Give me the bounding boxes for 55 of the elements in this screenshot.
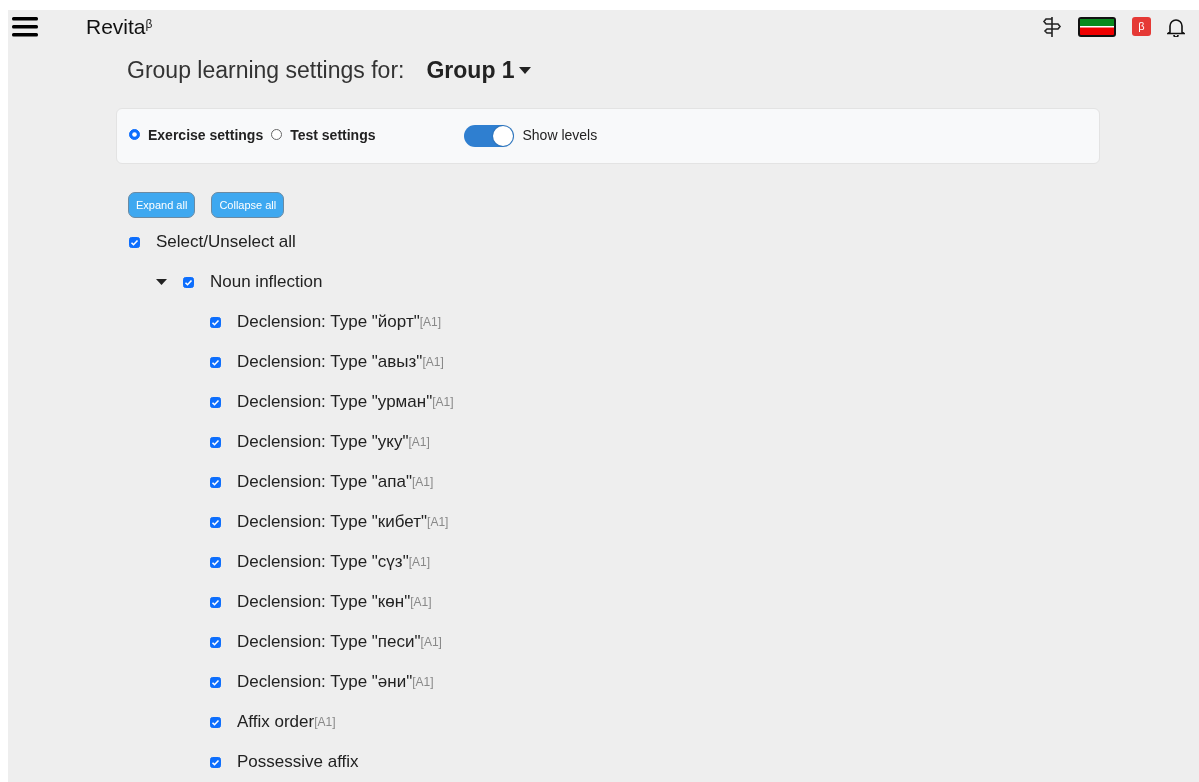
- menu-icon[interactable]: [12, 16, 38, 37]
- group-dropdown[interactable]: Group 1: [426, 53, 531, 88]
- caret-icon: [518, 67, 531, 75]
- option-label: Declension: Type "песи": [237, 631, 421, 654]
- toggle-label: Show levels: [522, 126, 598, 146]
- level-tag: [A1]: [422, 353, 444, 371]
- level-tag: [A1]: [408, 433, 430, 451]
- level-tag: [A1]: [419, 313, 442, 331]
- option-label: Declension: Type "сүз": [237, 551, 409, 574]
- option-label: Affix order: [237, 711, 315, 734]
- checkbox[interactable]: [210, 476, 221, 488]
- logo[interactable]: Revita$^{β}$: [86, 10, 153, 43]
- checkbox[interactable]: [210, 756, 221, 768]
- level-tag: [A1]: [408, 553, 431, 571]
- flag-icon[interactable]: [1078, 16, 1116, 37]
- level-tag: [A1]: [314, 713, 336, 731]
- option-label: Declension: Type "апа": [237, 471, 412, 494]
- option-label: Declension: Type "урман": [237, 391, 433, 414]
- toggle-switch[interactable]: [464, 124, 515, 147]
- checkbox[interactable]: [210, 436, 221, 448]
- radio-button[interactable]: [129, 128, 140, 140]
- checkbox[interactable]: [210, 596, 221, 608]
- option-label: Declension: Type "йорт": [237, 311, 420, 334]
- level-tag: [A1]: [412, 673, 434, 691]
- level-tag: [A1]: [432, 393, 454, 411]
- page-title: Group learning settings for:: [127, 56, 405, 86]
- collapse-caret-icon[interactable]: [156, 279, 167, 285]
- option-label: Declension: Type "көн": [237, 591, 411, 614]
- radio-label[interactable]: Test settings: [290, 125, 376, 147]
- beta-badge: β: [1132, 17, 1151, 37]
- option-label: Declension: Type "авыз": [237, 351, 423, 374]
- radio-button[interactable]: [271, 128, 283, 140]
- option-label: Possessive affix: [237, 751, 359, 774]
- option-label: Declension: Type "уку": [237, 431, 409, 454]
- checkbox[interactable]: [210, 396, 221, 408]
- signpost-icon[interactable]: [1042, 15, 1062, 38]
- checkbox[interactable]: [210, 716, 221, 728]
- level-tag: [A1]: [410, 593, 432, 611]
- checkbox[interactable]: [210, 316, 221, 328]
- checkbox[interactable]: [183, 276, 194, 288]
- option-label: Declension: Type "кибет": [237, 511, 428, 534]
- level-tag: [A1]: [427, 513, 449, 531]
- option-label: Noun inflection: [210, 271, 323, 294]
- level-tag: [A1]: [412, 473, 434, 491]
- level-tag: [A1]: [420, 633, 442, 651]
- checkbox[interactable]: [210, 676, 221, 688]
- notification-icon[interactable]: [1167, 16, 1185, 37]
- checkbox[interactable]: [210, 556, 221, 568]
- checkbox[interactable]: [210, 356, 221, 368]
- checkbox[interactable]: [210, 516, 221, 528]
- checkbox[interactable]: [210, 636, 221, 648]
- radio-label[interactable]: Exercise settings: [148, 125, 264, 147]
- checkbox[interactable]: [129, 236, 140, 248]
- option-label: Select/Unselect all: [156, 231, 296, 254]
- option-label: Declension: Type "әни": [237, 671, 413, 694]
